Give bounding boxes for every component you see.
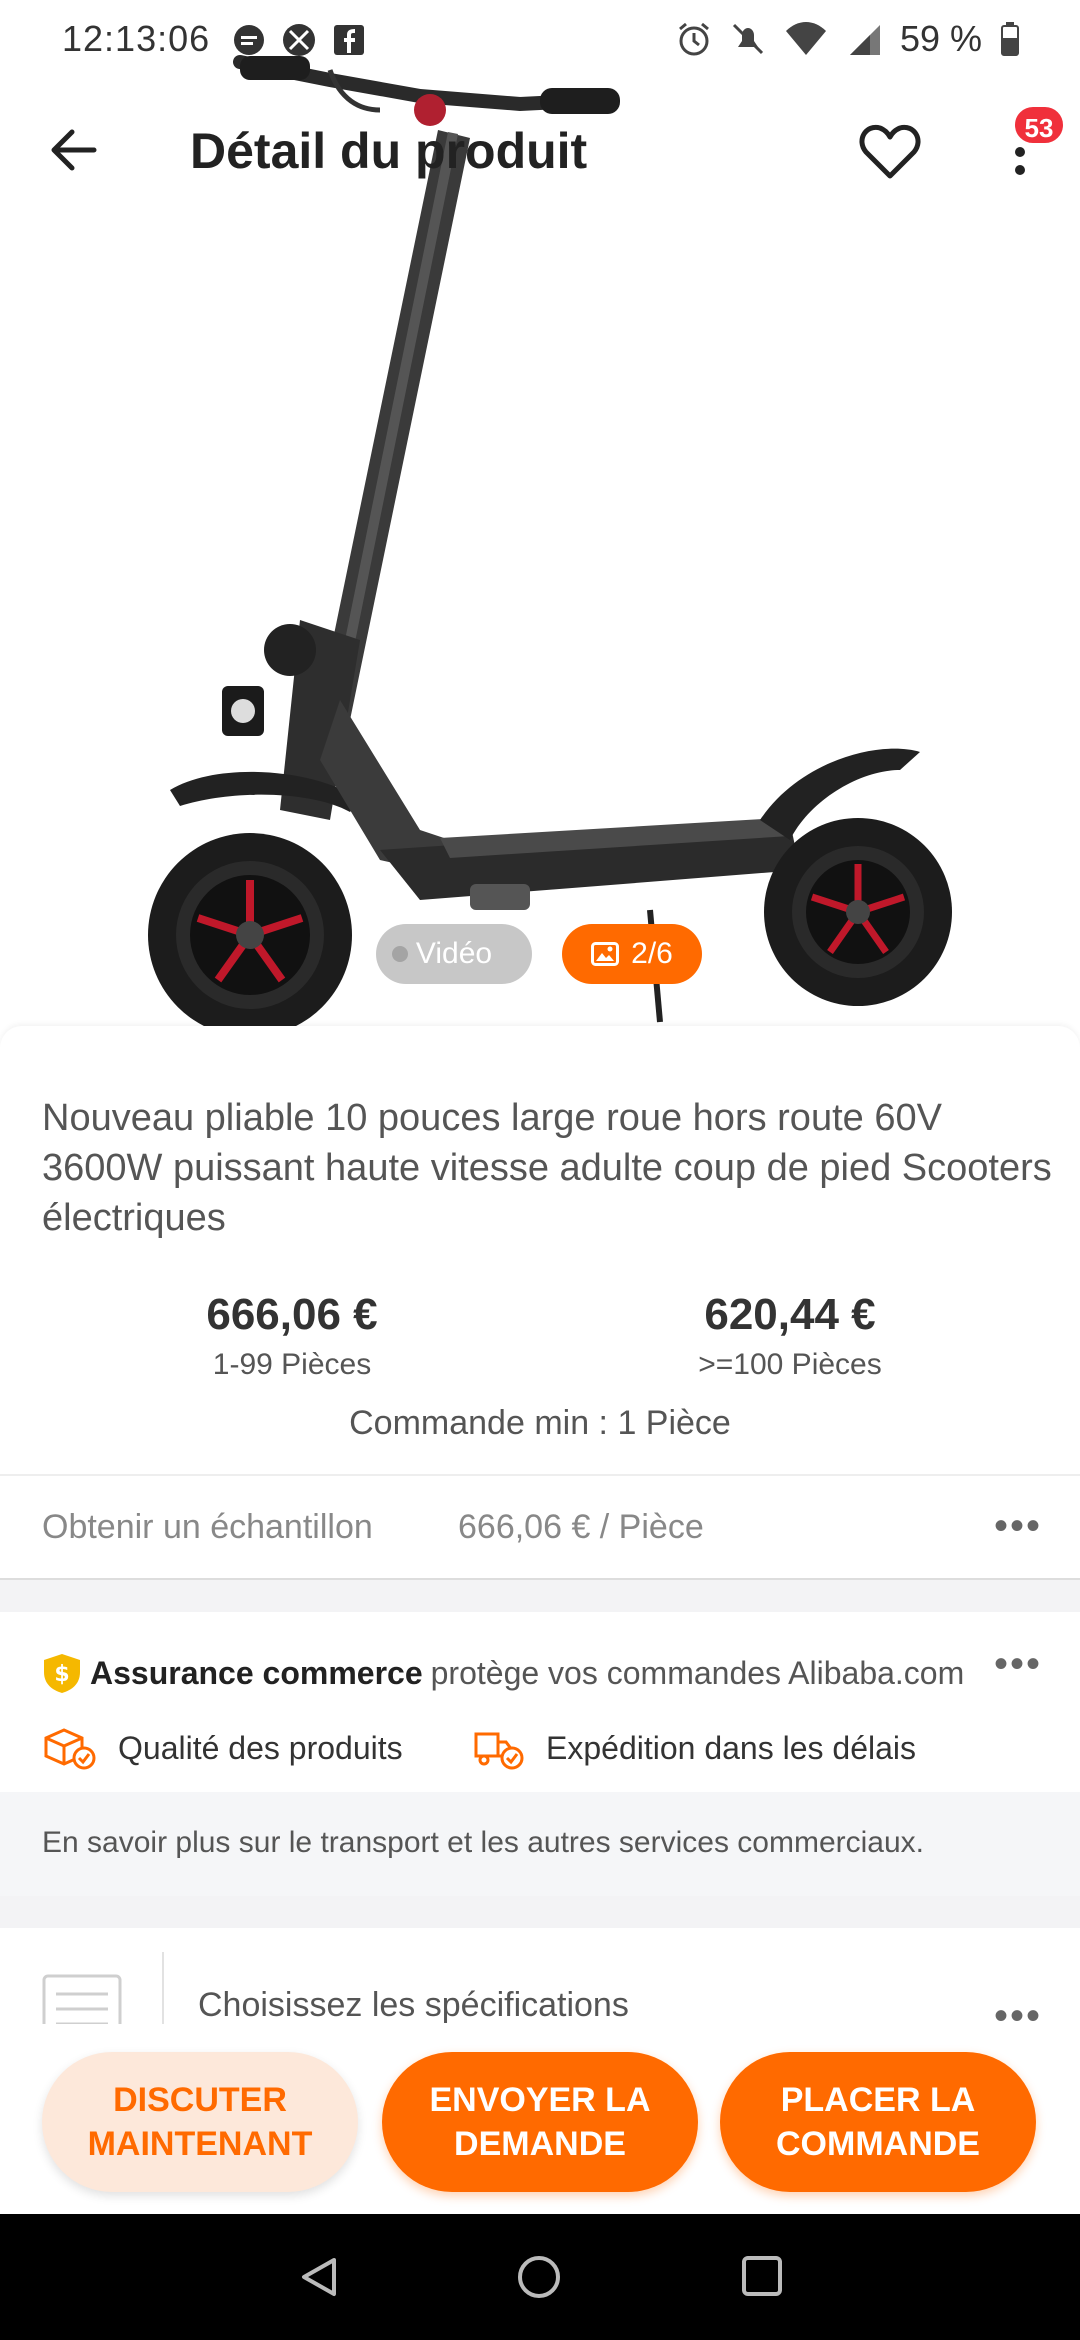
truck-check-icon — [474, 1732, 524, 1770]
feature-quality: Qualité des produits — [42, 1726, 403, 1770]
gallery-counter-label: 2/6 — [631, 937, 673, 970]
image-icon — [591, 942, 620, 966]
facebook-icon — [334, 25, 364, 55]
price-tier: 620,44 € >=100 Pièces — [640, 1290, 940, 1382]
assurance-heading: $ Assurance commerce protège vos command… — [42, 1652, 964, 1694]
feature-label: Qualité des produits — [118, 1729, 403, 1766]
action-bar: DISCUTER MAINTENANT ENVOYER LA DEMANDE P… — [0, 2024, 1080, 2214]
specifications-label: Choisissez les spécifications — [198, 1986, 629, 2024]
assurance-text: protège vos commandes Alibaba.com — [430, 1654, 965, 1691]
feature-label: Expédition dans les délais — [546, 1729, 917, 1766]
status-bar: 12:13:06 59 % — [0, 0, 1080, 80]
shield-dollar-icon: $ — [44, 1654, 80, 1693]
chat-now-button[interactable]: DISCUTER MAINTENANT — [42, 2052, 358, 2192]
tier-quantity: 1-99 Pièces — [212, 1348, 372, 1381]
tier-quantity: >=100 Pièces — [698, 1348, 882, 1381]
clock: 12:13:06 — [62, 18, 211, 59]
video-button[interactable]: Vidéo — [376, 924, 532, 984]
price-tier: 666,06 € 1-99 Pièces — [142, 1290, 442, 1382]
wifi-icon — [785, 22, 826, 55]
message-icon — [234, 25, 264, 55]
more-horizontal-icon[interactable]: ••• — [994, 1644, 1042, 1684]
vpn-icon — [283, 24, 315, 56]
feature-shipping: Expédition dans les délais — [470, 1726, 916, 1770]
play-icon — [392, 946, 408, 962]
nav-recents-icon[interactable] — [740, 2254, 784, 2298]
learn-more-text: En savoir plus sur le transport et les a… — [42, 1826, 924, 1859]
box-check-icon — [44, 1728, 96, 1770]
tier-price: 666,06 € — [206, 1290, 378, 1339]
more-horizontal-icon[interactable]: ••• — [994, 1506, 1042, 1546]
page-title: Détail du produit — [190, 123, 588, 179]
more-horizontal-icon[interactable]: ••• — [994, 1996, 1042, 2036]
sample-price: 666,06 € / Pièce — [458, 1508, 704, 1546]
trade-assurance[interactable]: $ Assurance commerce protège vos command… — [0, 1612, 1080, 1792]
battery-percent: 59 % — [899, 18, 982, 59]
place-order-button[interactable]: PLACER LA COMMANDE — [720, 2052, 1036, 2192]
notification-badge: 53 — [1012, 104, 1066, 146]
heart-icon[interactable] — [858, 122, 922, 182]
sample-label: Obtenir un échantillon — [42, 1508, 373, 1546]
tier-price: 620,44 € — [704, 1290, 876, 1339]
section-gap — [0, 1580, 1080, 1612]
min-order: Commande min : 1 Pièce — [349, 1404, 731, 1442]
signal-icon — [849, 25, 880, 55]
svg-text:$: $ — [54, 1662, 69, 1687]
assurance-brand: Assurance commerce — [90, 1654, 423, 1691]
nav-back-icon[interactable] — [296, 2254, 342, 2300]
system-nav-bar — [0, 2214, 1080, 2340]
gallery-counter[interactable]: 2/6 — [562, 924, 702, 984]
video-label: Vidéo — [415, 937, 493, 970]
mute-icon — [732, 23, 763, 55]
app-header: Détail du produit 53 — [0, 100, 1080, 210]
learn-more-link[interactable]: En savoir plus sur le transport et les a… — [0, 1792, 1080, 1896]
battery-icon — [1001, 22, 1019, 56]
back-arrow-icon[interactable] — [44, 120, 104, 180]
nav-home-icon[interactable] — [514, 2252, 564, 2302]
sample-row[interactable]: Obtenir un échantillon 666,06 € / Pièce … — [0, 1476, 1080, 1580]
product-title: Nouveau pliable 10 pouces large roue hor… — [42, 1097, 1052, 1239]
send-inquiry-button[interactable]: ENVOYER LA DEMANDE — [382, 2052, 698, 2192]
section-gap — [0, 1896, 1080, 1928]
alarm-icon — [678, 22, 709, 56]
